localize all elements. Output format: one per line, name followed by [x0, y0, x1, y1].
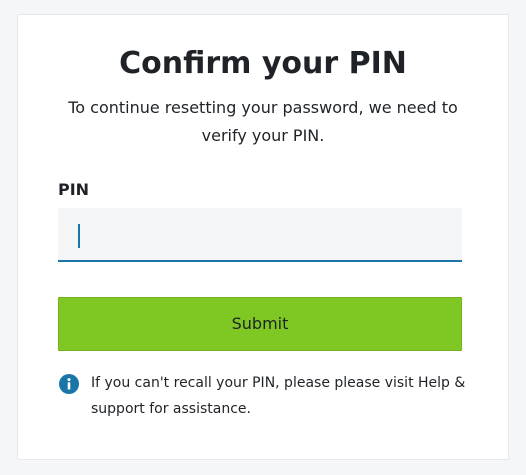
info-icon: [59, 374, 79, 394]
page-title: Confirm your PIN: [119, 46, 407, 81]
page-subtitle: To continue resetting your password, we …: [68, 98, 458, 145]
help-note: If you can't recall your PIN, please ple…: [91, 375, 466, 417]
pin-label: PIN: [58, 180, 90, 199]
pin-input[interactable]: [58, 208, 462, 262]
submit-button[interactable]: Submit: [58, 297, 462, 351]
confirm-pin-card: Confirm your PIN To continue resetting y…: [17, 14, 509, 460]
text-cursor: [78, 224, 80, 248]
